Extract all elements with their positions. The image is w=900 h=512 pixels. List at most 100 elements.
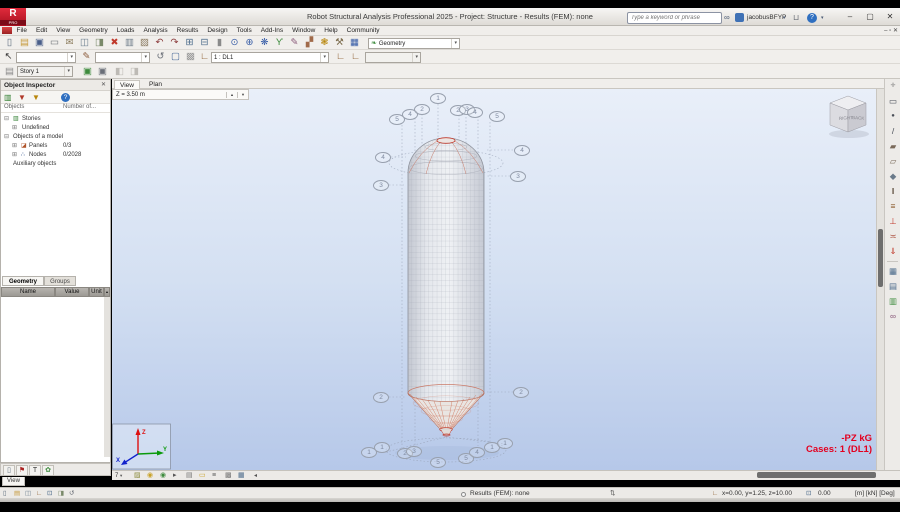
node-tool-icon[interactable]: ● <box>885 109 900 124</box>
inspector-tab-groups[interactable]: Groups <box>44 276 76 286</box>
axis-bubble[interactable]: 5 <box>489 111 505 122</box>
store-cart-icon[interactable]: ⊔ <box>793 12 799 24</box>
redo-icon[interactable]: ↷ <box>167 36 182 49</box>
object-link-icon[interactable]: ∞ <box>885 309 900 324</box>
inspector-help-icon[interactable]: ? <box>61 93 70 102</box>
menu-geometry[interactable]: Geometry <box>75 26 113 36</box>
help-icon[interactable]: ? <box>807 12 817 23</box>
edit-selection-icon[interactable]: ✎ <box>79 50 94 63</box>
section-profile-icon[interactable]: I <box>885 184 900 199</box>
flag-icon[interactable]: ⚑ <box>16 465 28 476</box>
pan-icon[interactable]: ▨ <box>134 471 141 481</box>
story-table-icon[interactable]: ▥ <box>885 294 900 309</box>
combination-table-icon[interactable]: ▤ <box>885 279 900 294</box>
zoom-all-icon[interactable]: ◉ <box>160 471 166 481</box>
zoom-in-icon[interactable]: ⊕ <box>242 36 257 49</box>
story-properties-icon[interactable]: ▣ <box>95 65 110 78</box>
zoom-icon[interactable]: ⊙ <box>227 36 242 49</box>
print-preview-icon[interactable]: ◫ <box>77 36 92 49</box>
collapse-icon[interactable]: ⊟ <box>4 133 9 142</box>
page-setup-icon[interactable]: ▭ <box>199 471 206 481</box>
load-definition-icon[interactable]: ∟ <box>333 50 348 63</box>
inspector-filter-icon[interactable]: ▼ <box>18 93 26 102</box>
solid-tool-icon[interactable]: ◆ <box>885 169 900 184</box>
axis-bubble[interactable]: 2 <box>373 392 389 403</box>
search-input[interactable] <box>628 15 721 21</box>
cladding-tool-icon[interactable]: ▱ <box>885 154 900 169</box>
story-up-icon[interactable]: ◧ <box>112 65 127 78</box>
zoom-compass-icon[interactable]: ✛ <box>885 79 900 94</box>
grid-scrollbar[interactable] <box>104 297 110 457</box>
expand-icon[interactable]: ⊞ <box>12 151 17 160</box>
app-menu-icon[interactable] <box>2 27 12 34</box>
zoom-window-icon[interactable]: ◉ <box>147 471 153 481</box>
axis-bubble[interactable]: 1 <box>497 438 513 449</box>
menu-tools[interactable]: Tools <box>232 26 256 36</box>
menu-design[interactable]: Design <box>203 26 232 36</box>
axis-bubble[interactable]: 5 <box>430 457 446 468</box>
axis-bubble[interactable]: 3 <box>373 180 389 191</box>
load-case-combo[interactable]: 1 : DL1 ▾ <box>211 52 329 63</box>
undo-icon[interactable]: ↶ <box>152 36 167 49</box>
paste-icon[interactable]: ▨ <box>137 36 152 49</box>
grid-col-unit[interactable]: Unit <box>89 287 104 297</box>
menu-edit[interactable]: Edit <box>31 26 51 36</box>
options-icon[interactable]: ❃ <box>317 36 332 49</box>
load-table-icon[interactable]: ▦ <box>885 264 900 279</box>
z-level-selector[interactable]: Z = 3.50 m ▴ ▾ <box>112 89 249 100</box>
orbit-icon[interactable]: ↺ <box>153 50 168 63</box>
menu-addins[interactable]: Add-Ins <box>256 26 287 36</box>
material-icon[interactable]: ≡ <box>885 199 900 214</box>
export-icon[interactable]: ✉ <box>62 36 77 49</box>
display-filter-combo[interactable]: 7 ▾ <box>115 471 122 481</box>
story-selector-combo[interactable]: Story 1 ▾ <box>17 66 73 77</box>
display-settings-icon[interactable]: ❋ <box>257 36 272 49</box>
load-tool-icon[interactable]: ⇓ <box>885 244 900 259</box>
search-commands-icon[interactable]: ∞ <box>724 12 730 24</box>
axis-bubble[interactable]: 3 <box>510 171 526 182</box>
grid-scroll-up-icon[interactable]: ▲ <box>104 287 110 297</box>
username-label[interactable]: jacobusBFYP <box>747 13 786 23</box>
vscroll-thumb[interactable] <box>878 229 883 287</box>
leaf-icon[interactable]: ✿ <box>42 465 54 476</box>
new-inspector-doc-icon[interactable]: ▯ <box>3 465 15 476</box>
axis-bubble[interactable]: 1 <box>374 442 390 453</box>
view-window-icon[interactable]: ▢ <box>168 50 183 63</box>
viewport[interactable]: RIGHT BACK Z Y X 1 4 2 2 3 4 5 5 4 4 3 3… <box>112 89 876 470</box>
node-selection-combo[interactable]: ▾ <box>16 52 76 63</box>
new-file-icon[interactable]: ▯ <box>2 36 17 49</box>
inspector-close-icon[interactable]: ✕ <box>101 81 106 88</box>
collapse-icon[interactable]: ⊟ <box>4 115 9 124</box>
axis-bubble[interactable]: 1 <box>430 93 446 104</box>
tree-row-panels[interactable]: ⊞ ◪ Panels 0/3 <box>1 142 110 151</box>
layout-selector-combo[interactable]: ❧ Geometry ▾ <box>368 38 460 49</box>
axis-bubble[interactable]: 2 <box>513 387 529 398</box>
table-icon[interactable]: ⊞ <box>182 36 197 49</box>
copy-icon[interactable]: ▥ <box>122 36 137 49</box>
close-button[interactable]: ✕ <box>882 10 898 24</box>
table-format-icon[interactable]: ⊟ <box>197 36 212 49</box>
mdi-minimize-button[interactable]: – <box>884 28 887 34</box>
select-pointer-icon[interactable]: ↖ <box>1 50 16 63</box>
story-down-icon[interactable]: ◨ <box>127 65 142 78</box>
analysis-branch-icon[interactable]: ϒ <box>272 36 287 49</box>
axis-bubble[interactable]: 3 <box>406 446 422 457</box>
tab-plan[interactable]: Plan <box>144 80 167 89</box>
text-style-icon[interactable]: T <box>29 465 41 476</box>
menu-file[interactable]: File <box>12 26 31 36</box>
grid-col-name[interactable]: Name <box>1 287 55 297</box>
support-tool-icon[interactable]: ⊥ <box>885 214 900 229</box>
viewport-hscrollbar[interactable] <box>757 472 876 478</box>
mdi-close-button[interactable]: ✕ <box>893 28 898 34</box>
menu-results[interactable]: Results <box>172 26 203 36</box>
tree-row-nodes[interactable]: ⊞ ∴ Nodes 0/2028 <box>1 151 110 160</box>
tree-row-objects-model[interactable]: ⊟ Objects of a model <box>1 133 110 142</box>
tree-row-auxiliary[interactable]: Auxiliary objects <box>1 160 110 169</box>
tab-view[interactable]: View <box>114 80 140 89</box>
grid-col-value[interactable]: Value <box>55 287 89 297</box>
mode-combo[interactable]: ▾ <box>365 52 421 63</box>
user-caret-icon[interactable]: ▾ <box>783 12 786 24</box>
lock-icon[interactable]: ▮ <box>212 36 227 49</box>
menu-help[interactable]: Help <box>320 26 342 36</box>
mdi-restore-button[interactable]: ▫ <box>889 28 891 34</box>
